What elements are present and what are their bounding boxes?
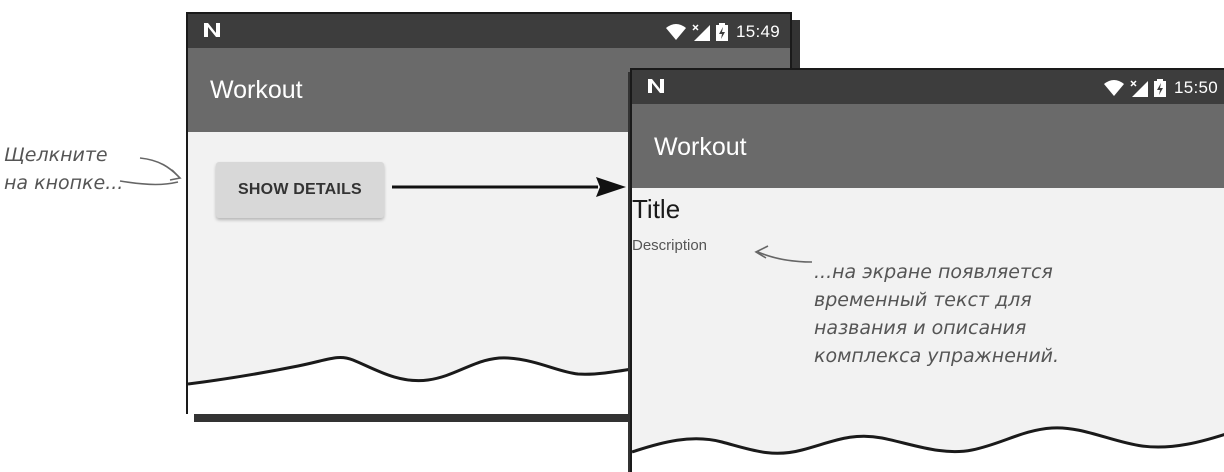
- arrow-icon: [392, 177, 626, 197]
- pointer-arrow-left: [119, 157, 182, 186]
- click-instruction-note: Щелкните на кнопке...: [4, 144, 124, 194]
- pointer-arrow-right: [754, 245, 813, 263]
- result-explanation-note: ...на экране появляется временный текст …: [814, 261, 1060, 367]
- annotation-arrows: [119, 157, 813, 263]
